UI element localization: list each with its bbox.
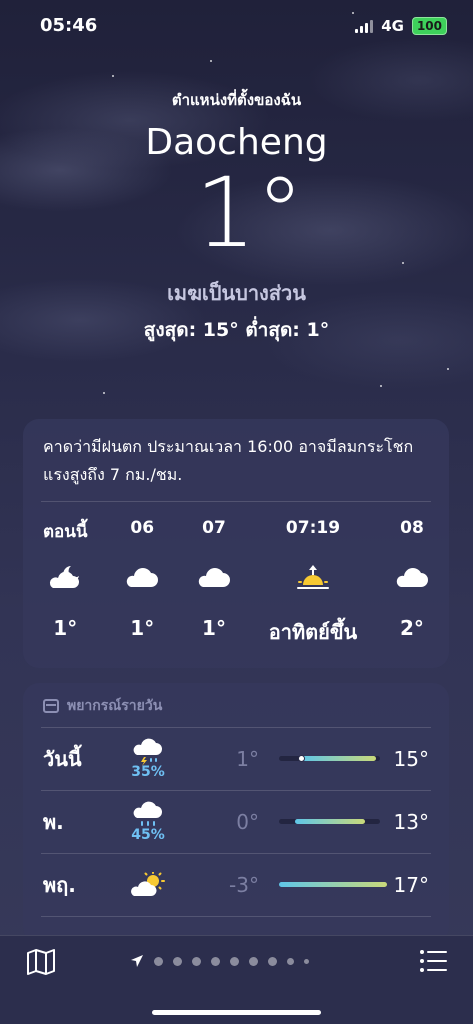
condition-text: เมฆเป็นบางส่วน [167,281,306,305]
high-low-text: สูงสุด: 15° ต่ำสุด: 1° [143,319,330,341]
cloud-rain-icon: 45% [129,801,167,843]
day-low: -3° [229,872,259,897]
cloud-moon-icon [45,554,85,600]
current-temperature: 1° [194,157,305,269]
page-dot [154,956,163,966]
location-pager[interactable] [130,954,309,968]
hour-label: 08 [400,518,424,538]
hour-label: 07 [202,518,226,538]
star [380,385,382,387]
battery-icon: 100 [411,17,447,35]
rain-chance: 35% [131,763,165,780]
list-icon[interactable] [419,948,447,974]
location-label: ตำแหน่งที่ตั้งของฉัน [171,91,302,109]
daily-forecast-card[interactable]: พยากรณ์รายวัน วันนี้ 35% 1° 15° พ. 45% 0… [23,683,449,943]
hour-item: ตอนนี้ 1° [43,518,88,648]
page-dot [249,956,258,966]
divider [41,853,431,854]
current-weather-header: ตำแหน่งที่ตั้งของฉัน Daocheng 1° เมฆเป็น… [0,88,473,345]
page-dot [173,956,182,966]
divider [41,727,431,728]
cloud-sun-icon [129,871,167,898]
temperature-range-bar [279,819,381,824]
cellular-signal-icon [355,19,374,33]
hourly-forecast-card[interactable]: คาดว่ามีฝนตก ประมาณเวลา 16:00 อาจมีลมกระ… [23,419,449,668]
divider [41,916,431,917]
hour-item: 07:19 อาทิตย์ขึ้น [269,518,357,648]
location-arrow-icon [131,955,143,967]
page-dot [211,956,220,966]
hour-temp: 1° [53,616,78,640]
star [210,60,212,62]
temperature-range-fill [295,819,366,824]
hourly-list[interactable]: ตอนนี้ 1° 06 1° 07 1° 07:19 อาทิตย์ขึ้น … [23,502,449,648]
page-dot [287,957,294,965]
hour-temp: 1° [202,616,226,640]
hour-label: 06 [130,518,155,538]
day-row[interactable]: พ. 45% 0° 13° [23,790,449,853]
day-row[interactable]: วันนี้ 35% 1° 15° [23,727,449,790]
map-icon[interactable] [26,948,56,976]
page-dot [230,956,239,966]
day-high: 17° [393,872,429,897]
cloud-icon [395,554,429,600]
sunrise-label: อาทิตย์ขึ้น [268,620,358,644]
temperature-range-fill [279,882,387,887]
status-time: 05:46 [40,15,98,36]
day-name: พ. [43,809,64,834]
hour-label: 07:19 [285,518,341,538]
temperature-range-fill [300,756,377,761]
calendar-icon [43,699,59,713]
temperature-range-bar [279,882,387,887]
cloud-bolt-rain-icon: 35% [129,738,167,780]
day-low: 1° [236,746,259,771]
sunrise-icon [295,554,331,600]
hour-temp: 2° [400,616,424,640]
hour-item: 07 1° [197,518,231,648]
current-temp-dot [297,755,305,762]
hour-temp: 1° [130,616,155,640]
cloud-icon [197,554,231,600]
day-high: 13° [393,809,429,834]
temperature-range-bar [279,755,381,762]
day-name: พฤ. [43,872,76,897]
page-dot [192,956,201,966]
day-low: 0° [236,809,259,834]
status-bar: 05:46 4G 100 [0,0,473,50]
day-name: วันนี้ [43,746,82,771]
divider [41,790,431,791]
daily-forecast-heading: พยากรณ์รายวัน [23,683,449,727]
hour-label: ตอนนี้ [43,522,88,542]
day-high: 15° [393,746,429,771]
star [112,75,114,77]
cloud-icon [125,554,159,600]
day-row[interactable]: พฤ. -3° 17° [23,853,449,916]
daily-heading-label: พยากรณ์รายวัน [67,698,163,714]
page-dot [304,958,309,964]
forecast-summary: คาดว่ามีฝนตก ประมาณเวลา 16:00 อาจมีลมกระ… [43,437,414,484]
star [447,368,449,370]
hour-item: 06 1° [125,518,159,648]
hour-item: 08 2° [395,518,429,648]
page-dot [268,956,277,966]
home-indicator [152,1010,321,1015]
status-indicators: 4G 100 [355,17,447,35]
star [103,392,105,394]
network-type: 4G [381,17,404,35]
rain-chance: 45% [131,826,165,843]
